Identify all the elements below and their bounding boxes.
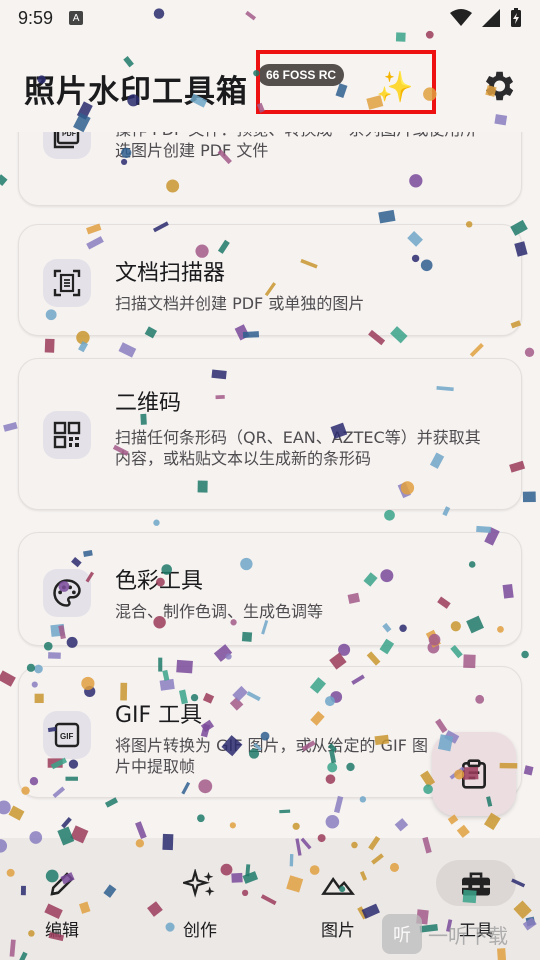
confetti-piece bbox=[0, 174, 8, 187]
confetti-piece bbox=[366, 651, 381, 666]
qr-code-icon bbox=[43, 411, 91, 459]
notification-badge: A bbox=[69, 11, 84, 25]
confetti-piece bbox=[384, 509, 395, 521]
tool-card-document-scanner[interactable]: 文档扫描器 扫描文档并创建 PDF 或单独的图片 bbox=[18, 224, 522, 336]
confetti-piece bbox=[521, 650, 529, 659]
edit-icon bbox=[47, 866, 77, 902]
confetti-piece bbox=[292, 822, 300, 830]
confetti-piece bbox=[44, 338, 55, 353]
confetti-piece bbox=[8, 805, 25, 821]
confetti-piece bbox=[0, 670, 16, 687]
nav-label: 创作 bbox=[183, 921, 217, 941]
battery-icon bbox=[511, 8, 521, 27]
tool-title: 二维码 bbox=[115, 391, 182, 416]
nav-item-images[interactable]: 图片 bbox=[288, 838, 388, 960]
clipboard-fab[interactable] bbox=[432, 732, 516, 816]
highlight-box bbox=[256, 50, 436, 114]
confetti-piece bbox=[523, 765, 534, 776]
signal-icon bbox=[482, 9, 500, 27]
confetti-piece bbox=[325, 814, 340, 829]
image-icon bbox=[321, 866, 355, 902]
status-time: 9:59 bbox=[18, 7, 54, 28]
nav-label: 编辑 bbox=[45, 921, 79, 941]
tool-description: 扫描任何条形码（QR、EAN、AZTEC等）并获取其内容，或粘贴文本以生成新的条… bbox=[115, 428, 481, 468]
confetti-piece bbox=[153, 519, 160, 526]
tool-title: 文档扫描器 bbox=[115, 261, 226, 286]
confetti-piece bbox=[118, 342, 137, 358]
tool-card-qr-code[interactable]: 二维码 扫描任何条形码（QR、EAN、AZTEC等）并获取其内容，或粘贴文本以生… bbox=[18, 358, 522, 510]
confetti-piece bbox=[229, 822, 236, 829]
tool-title: GIF 工具 bbox=[115, 703, 203, 728]
nav-item-create[interactable]: 创作 bbox=[150, 838, 250, 960]
status-bar: 9:59 A bbox=[0, 0, 540, 36]
status-icons bbox=[450, 8, 522, 28]
confetti-piece bbox=[197, 814, 205, 823]
nav-item-edit[interactable]: 编辑 bbox=[12, 838, 112, 960]
clipboard-icon bbox=[462, 759, 486, 789]
tool-description: 将图片转换为 GIF 图片，或从给定的 GIF 图片中提取帧 bbox=[115, 736, 428, 776]
confetti-piece bbox=[456, 824, 470, 838]
document-scanner-icon bbox=[43, 259, 91, 307]
confetti-piece bbox=[135, 821, 147, 840]
svg-text:GIF: GIF bbox=[60, 732, 73, 741]
confetti-piece bbox=[3, 421, 18, 432]
top-app-bar: 照片水印工具箱 66 FOSS RC ✨ bbox=[0, 36, 540, 132]
confetti-piece bbox=[61, 817, 72, 829]
watermark-logo: 听 bbox=[382, 914, 422, 954]
nav-label: 图片 bbox=[321, 921, 355, 941]
confetti-piece bbox=[48, 652, 61, 659]
confetti-piece bbox=[394, 818, 409, 832]
watermark-text: 一听下载 bbox=[428, 923, 508, 948]
confetti-piece bbox=[225, 653, 232, 660]
tool-description: 扫描文档并创建 PDF 或单独的图片 bbox=[115, 294, 365, 313]
confetti-piece bbox=[0, 800, 11, 815]
toolbox-icon bbox=[460, 866, 492, 902]
palette-icon bbox=[43, 569, 91, 617]
confetti-piece bbox=[104, 797, 119, 808]
tool-title: 色彩工具 bbox=[115, 569, 204, 594]
confetti-piece bbox=[213, 644, 233, 662]
confetti-piece bbox=[524, 347, 535, 357]
gear-icon bbox=[485, 71, 514, 101]
tool-description: 混合、制作色调、生成色调等 bbox=[115, 602, 324, 621]
settings-button[interactable] bbox=[478, 66, 518, 106]
wifi-icon bbox=[450, 9, 472, 26]
site-watermark: 听 一听下载 bbox=[382, 914, 508, 954]
gif-icon: GIF bbox=[43, 711, 91, 759]
confetti-piece bbox=[378, 209, 396, 224]
tool-card-color-tools[interactable]: 色彩工具 混合、制作色调、生成色调等 bbox=[18, 532, 522, 646]
confetti-piece bbox=[450, 644, 463, 659]
page-title: 照片水印工具箱 bbox=[24, 74, 248, 110]
confetti-piece bbox=[78, 341, 89, 353]
confetti-piece bbox=[279, 809, 291, 814]
confetti-piece bbox=[333, 795, 344, 814]
svg-text:PDF: PDF bbox=[62, 131, 77, 138]
confetti-piece bbox=[469, 343, 484, 358]
create-sparkle-icon bbox=[183, 866, 217, 902]
confetti-piece bbox=[522, 491, 536, 503]
